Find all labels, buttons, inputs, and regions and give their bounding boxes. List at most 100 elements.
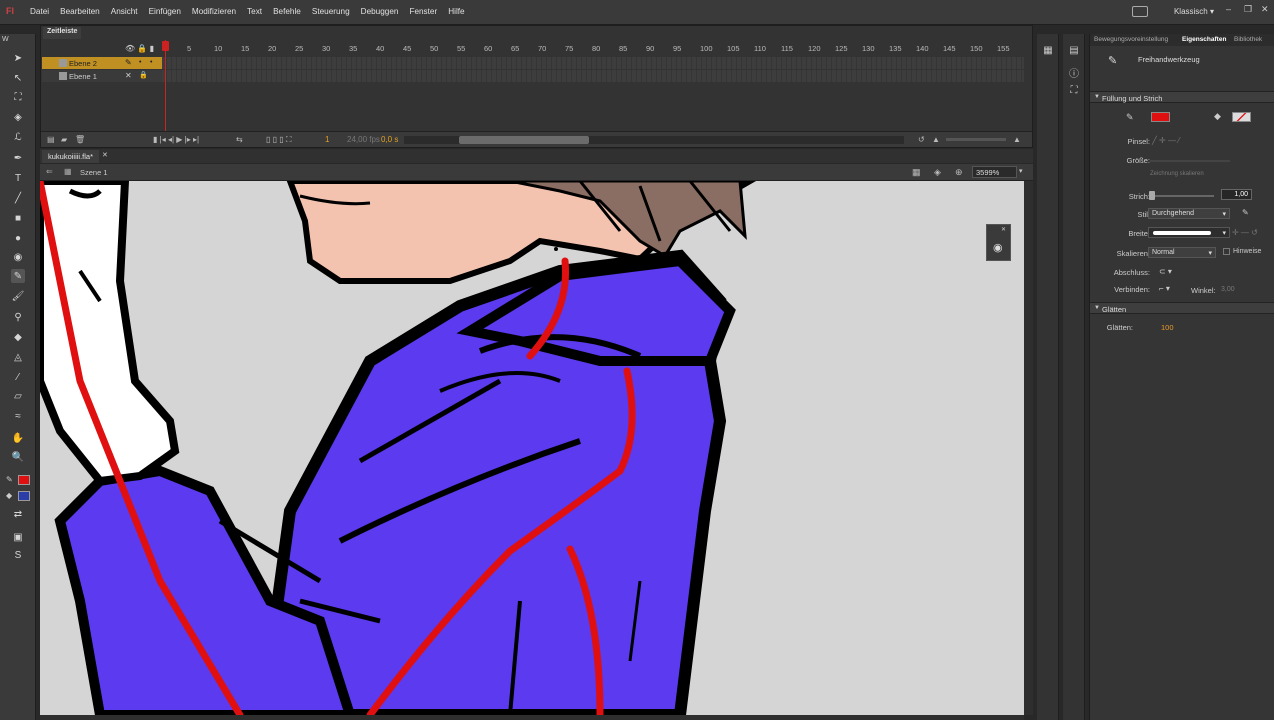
pencil-mode-icon[interactable]: S	[11, 548, 25, 562]
line-tool-icon[interactable]: ╱	[11, 191, 25, 205]
stroke-value-field[interactable]: 1,00	[1221, 189, 1252, 200]
frame-number[interactable]: 50	[430, 44, 438, 53]
frame-number[interactable]: 120	[808, 44, 821, 53]
floating-color-panel[interactable]: ✕ ◉	[986, 224, 1011, 261]
menu-bearbeiten[interactable]: Bearbeiten	[60, 7, 100, 16]
stroke-slider-thumb[interactable]	[1149, 191, 1155, 200]
fill-color-swatch[interactable]	[1232, 112, 1251, 122]
paint-bucket-tool-icon[interactable]: ◆	[11, 330, 25, 344]
frame-number[interactable]: 105	[727, 44, 740, 53]
timeline-zoom-slider[interactable]	[946, 138, 1006, 141]
lock-dot-icon[interactable]: •	[150, 59, 152, 66]
zoom-tool-icon[interactable]: 🔍	[11, 450, 25, 464]
loop-icon[interactable]: ⇆	[236, 135, 243, 144]
frame-number[interactable]: 95	[673, 44, 681, 53]
frame-number[interactable]: 55	[457, 44, 465, 53]
selection-tool-icon[interactable]: ➤	[11, 51, 25, 65]
menu-hilfe[interactable]: Hilfe	[448, 7, 464, 16]
stage-horizontal-scrollbar[interactable]	[40, 715, 1024, 720]
eyedropper-tool-icon[interactable]: ⁄	[11, 370, 25, 384]
layer-name[interactable]: Ebene 2	[69, 59, 97, 68]
eraser-tool-icon[interactable]: ▱	[11, 389, 25, 403]
size-slider[interactable]	[1150, 160, 1230, 162]
frame-number[interactable]: 75	[565, 44, 573, 53]
frame-number[interactable]: 130	[862, 44, 875, 53]
onion-skin-icon[interactable]: ▯ ▯ ▯ ⛶	[266, 135, 291, 145]
frame-number[interactable]: 60	[484, 44, 492, 53]
undo-icon[interactable]: ↺	[918, 135, 925, 144]
sync-settings-icon[interactable]	[1132, 6, 1148, 17]
free-transform-tool-icon[interactable]: ⛶	[11, 90, 25, 104]
join-style-icon[interactable]: ⌐ ▾	[1159, 284, 1170, 293]
smoothing-value[interactable]: 100	[1161, 323, 1174, 332]
brush-tool-icon[interactable]: 🖌	[11, 289, 25, 303]
maximize-button[interactable]: ❐	[1244, 4, 1252, 15]
stage-vertical-scrollbar[interactable]	[1024, 181, 1033, 715]
layer-visibility-header-icon[interactable]: 👁 🔒 ▮	[125, 44, 154, 53]
frame-number[interactable]: 110	[754, 44, 766, 53]
pencil-tool-icon[interactable]: ✎	[11, 269, 25, 283]
frame-number[interactable]: 45	[403, 44, 411, 53]
frames-row-ebene-1[interactable]	[162, 70, 1024, 82]
panel-close-icon[interactable]: ✕	[1001, 226, 1006, 233]
menu-steuerung[interactable]: Steuerung	[312, 7, 350, 16]
text-tool-icon[interactable]: T	[11, 171, 25, 185]
zoom-dropdown-icon[interactable]: ▾	[1019, 167, 1023, 175]
menu-datei[interactable]: Datei	[30, 7, 49, 16]
tab-properties[interactable]: Eigenschaften	[1182, 36, 1226, 43]
palette-icon[interactable]: ◉	[993, 241, 1003, 254]
frame-number[interactable]: 85	[619, 44, 627, 53]
angle-value[interactable]: 3,00	[1221, 286, 1235, 293]
frame-number[interactable]: 5	[187, 44, 191, 53]
timeline-tab[interactable]: Zeitleiste	[43, 27, 82, 39]
close-document-icon[interactable]: ✕	[102, 151, 108, 159]
stroke-color-swatch[interactable]	[1151, 112, 1170, 122]
align-panel-icon[interactable]: ▦	[1042, 45, 1054, 57]
object-drawing-icon[interactable]: ▣	[11, 530, 25, 544]
width-profile-dropdown[interactable]: ▾	[1148, 227, 1230, 238]
pen-tool-icon[interactable]: ✒	[11, 151, 25, 165]
new-folder-icon[interactable]: ▰	[61, 135, 67, 144]
menu-fenster[interactable]: Fenster	[409, 7, 437, 16]
frame-number[interactable]: 15	[241, 44, 249, 53]
layer-row-ebene-1[interactable]: Ebene 1 ✕ 🔒	[42, 70, 162, 82]
menu-modifizieren[interactable]: Modifizieren	[192, 7, 236, 16]
frame-number[interactable]: 40	[376, 44, 384, 53]
bone-tool-icon[interactable]: ⚲	[11, 310, 25, 324]
scene-label[interactable]: Szene 1	[80, 168, 108, 177]
workspace-switcher[interactable]: Klassisch ▾	[1174, 7, 1214, 16]
color-panel-icon[interactable]: ▤	[1068, 45, 1080, 57]
frame-number[interactable]: 30	[322, 44, 330, 53]
layer-row-ebene-2[interactable]: Ebene 2 ✎ • •	[42, 57, 162, 69]
back-arrow-icon[interactable]: ⇐	[46, 167, 53, 176]
menu-ansicht[interactable]: Ansicht	[111, 7, 138, 16]
layer-name[interactable]: Ebene 1	[69, 72, 97, 81]
rectangle-tool-icon[interactable]: ■	[11, 211, 25, 225]
frame-number[interactable]: 20	[268, 44, 276, 53]
fps-display[interactable]: 24,00 fps	[347, 135, 380, 144]
transform-panel-icon[interactable]: ⛶	[1068, 85, 1080, 97]
document-tab[interactable]: kukukoiiiii.fla*	[42, 150, 100, 163]
polystar-tool-icon[interactable]: ◉	[11, 250, 25, 264]
frame-number[interactable]: 150	[970, 44, 983, 53]
close-window-button[interactable]: ✕	[1261, 4, 1269, 15]
menu-befehle[interactable]: Befehle	[273, 7, 301, 16]
frame-number[interactable]: 80	[592, 44, 600, 53]
section-smoothing[interactable]: ▼ Glätten	[1090, 302, 1274, 314]
tab-library[interactable]: Bibliothek	[1234, 36, 1262, 43]
frame-number[interactable]: 125	[835, 44, 848, 53]
scale-dropdown[interactable]: Normal ▾	[1148, 247, 1216, 258]
timeline-scrollbar[interactable]	[404, 136, 904, 144]
menu-text[interactable]: Text	[247, 7, 262, 16]
lock-icon[interactable]: 🔒	[139, 71, 148, 79]
width-tool-icon[interactable]: ≈	[11, 409, 25, 423]
frame-number[interactable]: 140	[916, 44, 929, 53]
swap-colors-icon[interactable]: ⇄	[11, 507, 25, 521]
center-stage-icon[interactable]: ⊕	[955, 167, 963, 178]
stroke-slider[interactable]	[1150, 195, 1214, 197]
frame-number[interactable]: 135	[889, 44, 902, 53]
frame-number[interactable]: 90	[646, 44, 654, 53]
time-display[interactable]: 0,0 s	[381, 135, 398, 144]
frame-number[interactable]: 25	[295, 44, 303, 53]
frame-number[interactable]: 70	[538, 44, 546, 53]
